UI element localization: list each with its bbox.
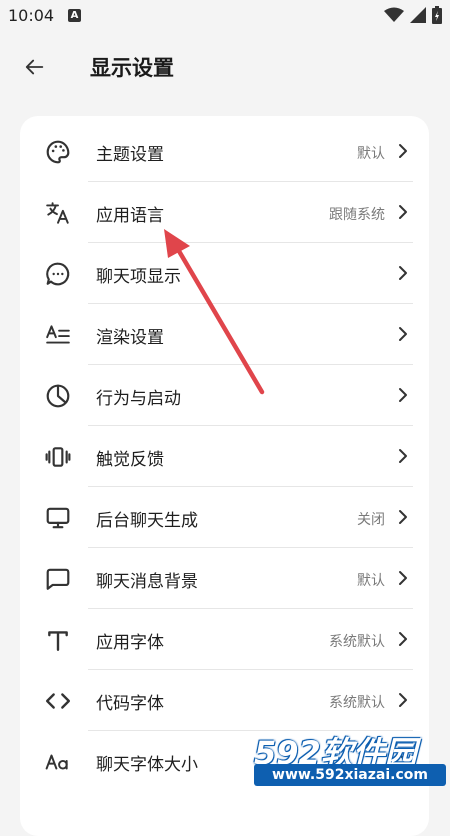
watermark-logo: 592软件园 www.592xiazai.com bbox=[248, 728, 448, 794]
chevron-right-icon bbox=[399, 571, 407, 585]
wifi-icon bbox=[384, 7, 404, 22]
setting-row-chat-item-display[interactable]: 聊天项显示 bbox=[20, 243, 429, 304]
back-arrow-icon bbox=[25, 59, 44, 75]
status-icons bbox=[384, 6, 442, 24]
setting-value: 关闭 bbox=[357, 512, 385, 528]
setting-row-render[interactable]: 渲染设置 bbox=[20, 304, 429, 365]
pie-clock-icon bbox=[44, 382, 72, 410]
setting-label: 触觉反馈 bbox=[96, 450, 164, 470]
setting-row-behavior-startup[interactable]: 行为与启动 bbox=[20, 365, 429, 426]
chevron-right-icon bbox=[399, 266, 407, 280]
chevron-right-icon bbox=[399, 327, 407, 341]
setting-row-haptics[interactable]: 触觉反馈 bbox=[20, 426, 429, 487]
setting-label: 应用语言 bbox=[96, 206, 164, 226]
notification-a-icon: A bbox=[68, 9, 81, 22]
chevron-right-icon bbox=[399, 205, 407, 219]
setting-row-chat-background[interactable]: 聊天消息背景 默认 bbox=[20, 548, 429, 609]
font-size-aa-icon bbox=[44, 748, 72, 776]
setting-row-theme[interactable]: 主题设置 默认 bbox=[20, 121, 429, 182]
watermark-url: www.592xiazai.com bbox=[254, 764, 446, 786]
status-bar: 10:04 A bbox=[0, 0, 450, 34]
translate-icon bbox=[44, 199, 72, 227]
vibration-icon bbox=[44, 443, 72, 471]
setting-value: 跟随系统 bbox=[329, 207, 385, 223]
setting-label: 渲染设置 bbox=[96, 328, 164, 348]
chevron-right-icon bbox=[399, 510, 407, 524]
setting-label: 行为与启动 bbox=[96, 389, 181, 409]
app-bar: 显示设置 bbox=[0, 38, 450, 96]
signal-icon bbox=[410, 7, 426, 23]
setting-label: 主题设置 bbox=[96, 145, 164, 165]
chevron-right-icon bbox=[399, 632, 407, 646]
setting-value: 系统默认 bbox=[329, 634, 385, 650]
setting-row-background-chat[interactable]: 后台聊天生成 关闭 bbox=[20, 487, 429, 548]
status-time: 10:04 bbox=[8, 6, 55, 25]
battery-icon bbox=[432, 6, 442, 24]
chevron-right-icon bbox=[399, 144, 407, 158]
setting-label: 聊天项显示 bbox=[96, 267, 181, 287]
setting-label: 聊天消息背景 bbox=[96, 572, 198, 592]
chevron-right-icon bbox=[399, 693, 407, 707]
palette-icon bbox=[44, 138, 72, 166]
page-title: 显示设置 bbox=[90, 56, 174, 80]
setting-row-code-font[interactable]: 代码字体 系统默认 bbox=[20, 670, 429, 731]
code-brackets-icon bbox=[44, 687, 72, 715]
setting-value: 默认 bbox=[357, 146, 385, 162]
setting-label: 代码字体 bbox=[96, 694, 164, 714]
setting-row-language[interactable]: 应用语言 跟随系统 bbox=[20, 182, 429, 243]
back-button[interactable] bbox=[18, 50, 52, 84]
chevron-right-icon bbox=[399, 449, 407, 463]
setting-value: 系统默认 bbox=[329, 695, 385, 711]
setting-label: 后台聊天生成 bbox=[96, 511, 198, 531]
setting-label: 聊天字体大小 bbox=[96, 755, 198, 775]
chat-bubble-dots-icon bbox=[44, 260, 72, 288]
monitor-icon bbox=[44, 504, 72, 532]
message-square-icon bbox=[44, 565, 72, 593]
setting-row-app-font[interactable]: 应用字体 系统默认 bbox=[20, 609, 429, 670]
text-format-icon bbox=[44, 321, 72, 349]
chevron-right-icon bbox=[399, 388, 407, 402]
setting-label: 应用字体 bbox=[96, 633, 164, 653]
setting-value: 默认 bbox=[357, 573, 385, 589]
font-t-icon bbox=[44, 626, 72, 654]
